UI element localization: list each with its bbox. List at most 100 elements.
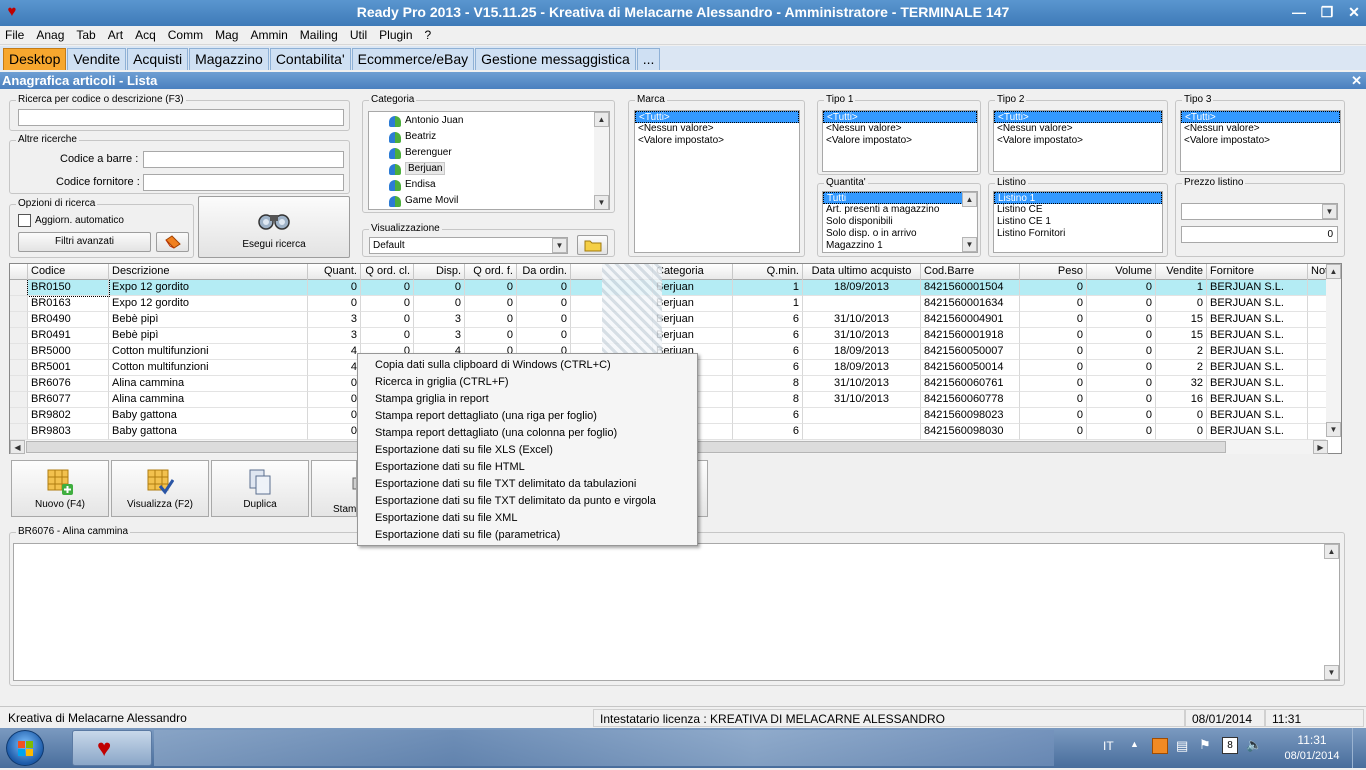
column-header[interactable]: Cod.Barre — [921, 264, 1020, 280]
table-cell[interactable]: 0 — [465, 296, 517, 312]
table-cell[interactable]: BERJUAN S.L. — [1207, 312, 1308, 328]
table-cell[interactable]: 8421560098030 — [921, 424, 1020, 440]
list-item[interactable]: Listino 1 — [994, 192, 1162, 204]
tree-item[interactable]: Endisa — [383, 177, 609, 193]
list-item[interactable]: Magazzino 1 — [823, 240, 977, 252]
table-cell[interactable]: 0 — [1020, 296, 1087, 312]
table-cell[interactable]: 8421560004901 — [921, 312, 1020, 328]
table-cell[interactable]: 0 — [517, 280, 571, 296]
menu-util[interactable]: Util — [345, 27, 372, 44]
context-menu-item[interactable]: Ricerca in griglia (CTRL+F) — [358, 374, 697, 391]
context-menu-item[interactable]: Esportazione dati su file HTML — [358, 459, 697, 476]
table-cell[interactable]: Bebè pipì — [109, 328, 308, 344]
table-cell[interactable]: Berjuan — [653, 328, 733, 344]
table-cell[interactable]: 1 — [733, 296, 803, 312]
table-cell[interactable]: Berjuan — [653, 312, 733, 328]
marca-list[interactable]: <Tutti> <Nessun valore> <Valore impostat… — [634, 110, 800, 253]
quantita-list[interactable]: Tutti Art. presenti a magazzino Solo dis… — [822, 191, 978, 253]
tab-messaggistica[interactable]: Gestione messaggistica — [475, 48, 636, 70]
table-cell[interactable]: 0 — [361, 296, 414, 312]
table-cell[interactable]: BR0150 — [27, 280, 110, 297]
column-header[interactable]: Disp. — [414, 264, 465, 280]
table-row[interactable]: BR0150 Expo 12 gordito 0 0 0 0 0 Berjuan 1 18/09/… — [10, 280, 1326, 297]
clock-time[interactable]: 11:31 — [1282, 733, 1342, 747]
table-cell[interactable]: 32 — [1156, 376, 1207, 392]
column-header[interactable]: Volume — [1087, 264, 1156, 280]
tab-acquisti[interactable]: Acquisti — [127, 48, 189, 70]
table-cell[interactable]: Berjuan — [653, 280, 733, 296]
column-header[interactable]: Categoria — [653, 264, 733, 280]
scroll-right-icon[interactable]: ▶ — [1313, 440, 1328, 454]
notes-textarea[interactable]: ▲ ▼ — [13, 543, 1340, 681]
tree-item[interactable]: Berenguer — [383, 145, 609, 161]
table-cell[interactable] — [803, 296, 921, 312]
row-indicator[interactable] — [10, 328, 28, 344]
table-cell[interactable]: 0 — [1020, 344, 1087, 360]
list-item[interactable]: Listino CE — [994, 204, 1162, 216]
column-header[interactable]: Fornitore — [1207, 264, 1308, 280]
table-cell[interactable]: BR6076 — [28, 376, 109, 392]
table-cell[interactable]: 0 — [1087, 344, 1156, 360]
table-cell[interactable]: 0 — [1020, 392, 1087, 408]
prezzo-listino-value[interactable]: 0 — [1181, 226, 1338, 243]
table-cell[interactable]: Expo 12 gordito — [109, 296, 308, 312]
column-header[interactable]: Peso — [1020, 264, 1087, 280]
table-cell[interactable]: BR6077 — [28, 392, 109, 408]
network-icon[interactable]: ▤ — [1176, 738, 1188, 754]
visualizzazione-select[interactable]: Default ▼ — [369, 237, 568, 254]
show-desktop-button[interactable] — [1352, 728, 1366, 768]
table-cell[interactable]: 6 — [733, 344, 803, 360]
context-menu-item[interactable]: Esportazione dati su file XML — [358, 510, 697, 527]
table-cell[interactable]: 0 — [361, 328, 414, 344]
scroll-up-icon[interactable]: ▲ — [962, 192, 977, 207]
tray-app-icon[interactable] — [1152, 738, 1168, 754]
table-cell[interactable]: 6 — [733, 312, 803, 328]
table-cell[interactable]: 3 — [414, 312, 465, 328]
table-cell[interactable]: 6 — [733, 328, 803, 344]
table-cell[interactable]: 0 — [308, 408, 361, 424]
row-indicator[interactable] — [10, 424, 28, 440]
table-cell[interactable]: BR9802 — [28, 408, 109, 424]
table-cell[interactable]: 0 — [1087, 392, 1156, 408]
table-cell[interactable]: 0 — [1156, 296, 1207, 312]
tab-ecommerce[interactable]: Ecommerce/eBay — [351, 48, 475, 70]
row-indicator[interactable] — [10, 280, 28, 296]
tree-item[interactable]: Berjuan — [383, 161, 609, 177]
scroll-down-icon[interactable]: ▼ — [962, 237, 977, 252]
list-item[interactable]: <Tutti> — [1181, 111, 1340, 123]
table-cell[interactable]: 6 — [733, 408, 803, 424]
execute-search-button[interactable]: Esegui ricerca — [198, 196, 350, 258]
listino-list[interactable]: Listino 1 Listino CE Listino CE 1 Listin… — [993, 191, 1163, 253]
table-cell[interactable]: Alina cammina — [109, 392, 308, 408]
context-menu-item[interactable]: Esportazione dati su file XLS (Excel) — [358, 442, 697, 459]
action-center-flag-icon[interactable]: ⚑ — [1199, 737, 1211, 753]
table-cell[interactable]: 0 — [414, 296, 465, 312]
table-cell[interactable]: Alina cammina — [109, 376, 308, 392]
context-menu-item[interactable]: Esportazione dati su file (parametrica) — [358, 527, 697, 544]
prezzo-listino-select[interactable]: ▼ — [1181, 203, 1338, 220]
table-cell[interactable]: BERJUAN S.L. — [1207, 296, 1308, 312]
table-cell[interactable]: 18/09/2013 — [803, 344, 921, 360]
volume-icon[interactable]: 🔈 — [1246, 737, 1262, 753]
table-cell[interactable]: 6 — [733, 424, 803, 440]
table-cell[interactable]: 0 — [465, 328, 517, 344]
table-cell[interactable]: 0 — [1087, 328, 1156, 344]
table-cell[interactable]: 0 — [517, 328, 571, 344]
chevron-down-icon[interactable]: ▼ — [1322, 204, 1337, 219]
table-cell[interactable]: BR5000 — [28, 344, 109, 360]
scroll-up-icon[interactable]: ▲ — [1324, 544, 1339, 559]
table-cell[interactable]: 8 — [733, 392, 803, 408]
table-cell[interactable]: 0 — [308, 296, 361, 312]
table-cell[interactable]: 4 — [308, 360, 361, 376]
list-item[interactable]: <Nessun valore> — [994, 123, 1162, 135]
menu-mailing[interactable]: Mailing — [295, 27, 343, 44]
table-cell[interactable]: 0 — [1087, 312, 1156, 328]
column-header[interactable]: Vendite — [1156, 264, 1207, 280]
list-item[interactable]: Listino Fornitori — [994, 228, 1162, 240]
list-item[interactable]: Solo disponibili — [823, 216, 977, 228]
table-cell[interactable]: BERJUAN S.L. — [1207, 280, 1308, 296]
table-cell[interactable]: 31/10/2013 — [803, 312, 921, 328]
table-cell[interactable]: 0 — [1020, 312, 1087, 328]
table-cell[interactable]: 8421560001918 — [921, 328, 1020, 344]
table-cell[interactable] — [1308, 392, 1326, 408]
